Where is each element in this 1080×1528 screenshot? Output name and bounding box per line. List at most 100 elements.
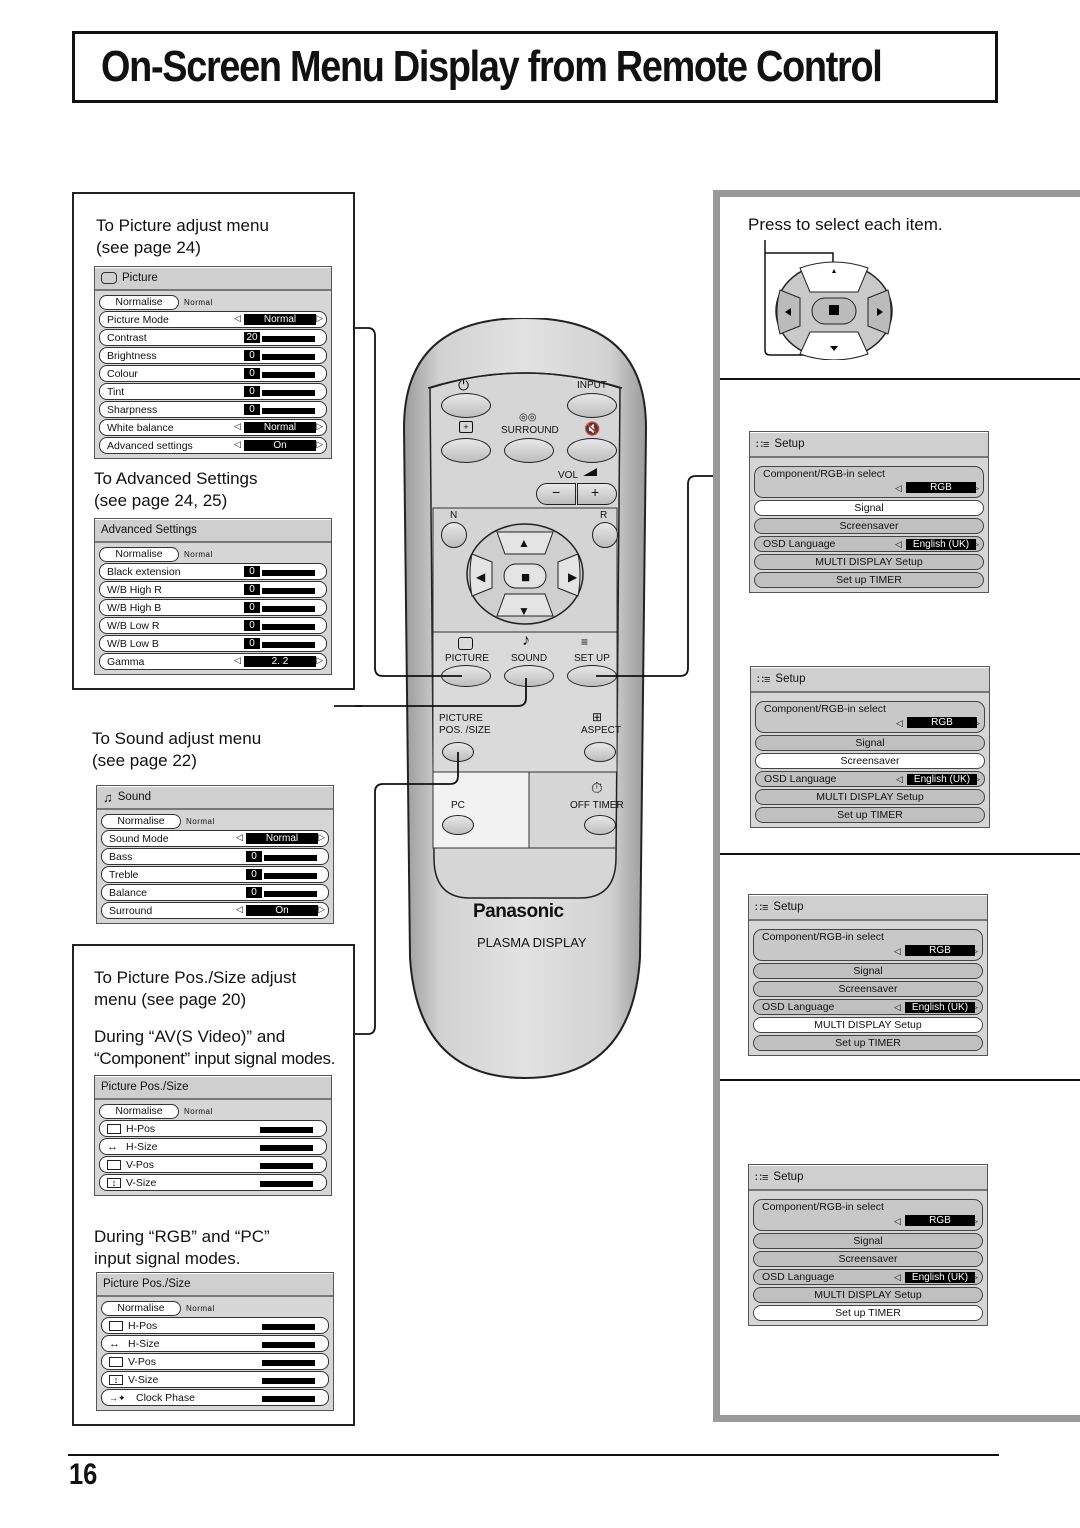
signal-row[interactable]: Signal	[754, 500, 984, 516]
osd-language-row[interactable]: OSD Language ◁ English (UK) ▷	[753, 1269, 983, 1285]
slider-bar[interactable]	[262, 619, 315, 630]
right-arrow-icon[interactable]: ▷	[973, 716, 980, 730]
left-arrow-icon[interactable]: ◁	[234, 313, 241, 324]
normalise-button[interactable]: Normalise	[101, 1300, 181, 1316]
menu-row[interactable]: Gamma ◁ 2. 2 ▷	[99, 653, 327, 670]
normalise-button[interactable]: Normalise	[99, 294, 179, 310]
right-arrow-icon[interactable]: ▷	[316, 655, 323, 666]
slider-bar[interactable]	[264, 886, 317, 897]
menu-row[interactable]: ↕ V-Size	[99, 1174, 327, 1191]
right-arrow-icon[interactable]: ▷	[971, 1000, 978, 1014]
slider-bar[interactable]	[262, 331, 315, 342]
surround-button[interactable]	[504, 438, 554, 463]
setup-timer-row[interactable]: Set up TIMER	[753, 1305, 983, 1321]
right-arrow-icon[interactable]: ▷	[972, 537, 979, 551]
right-arrow-icon[interactable]: ▷	[972, 481, 979, 495]
screensaver-row[interactable]: Screensaver	[754, 518, 984, 534]
menu-row[interactable]: Tint 0	[99, 383, 327, 400]
n-button[interactable]	[441, 522, 467, 548]
screensaver-row[interactable]: Screensaver	[753, 981, 983, 997]
slider-bar[interactable]	[262, 367, 315, 378]
screensaver-row[interactable]: Screensaver	[755, 753, 985, 769]
left-arrow-icon[interactable]: ◁	[895, 537, 902, 551]
menu-row[interactable]: ↕ V-Size	[101, 1371, 329, 1388]
menu-row[interactable]: W/B Low R0	[99, 617, 327, 634]
osd-language-row[interactable]: OSD Language ◁ English (UK) ▷	[753, 999, 983, 1015]
slider-bar[interactable]	[262, 583, 315, 594]
setup-timer-row[interactable]: Set up TIMER	[753, 1035, 983, 1051]
right-arrow-icon[interactable]: ▷	[973, 772, 980, 786]
left-arrow-icon[interactable]: ◁	[896, 716, 903, 730]
menu-row[interactable]: Surround ◁ On ▷	[101, 902, 329, 919]
left-arrow-icon[interactable]: ◁	[894, 1000, 901, 1014]
right-arrow-icon[interactable]: ▷	[316, 313, 323, 324]
menu-row[interactable]: Brightness 0	[99, 347, 327, 364]
setup-button[interactable]	[567, 665, 617, 687]
mute-button[interactable]	[567, 438, 617, 463]
pc-button[interactable]	[442, 815, 474, 835]
slider-bar[interactable]	[262, 1319, 315, 1330]
menu-row[interactable]: Contrast 20	[99, 329, 327, 346]
up-button[interactable]: ▲	[518, 536, 532, 550]
slider-bar[interactable]	[262, 385, 315, 396]
r-button[interactable]	[592, 522, 618, 548]
right-arrow-icon[interactable]: ▷	[971, 944, 978, 958]
slider-bar[interactable]	[262, 1355, 315, 1366]
down-button[interactable]: ▼	[518, 604, 532, 618]
component-rgb-select-row[interactable]: Component/RGB-in select ◁ RGB ▷	[753, 929, 983, 961]
slider-bar[interactable]	[260, 1140, 313, 1151]
slider-bar[interactable]	[262, 1373, 315, 1384]
normalise-button[interactable]: Normalise	[99, 546, 179, 562]
menu-row[interactable]: V-Pos	[101, 1353, 329, 1370]
osd-language-row[interactable]: OSD Language ◁ English (UK) ▷	[754, 536, 984, 552]
menu-row[interactable]: Picture Mode ◁ Normal ▷	[99, 311, 327, 328]
slider-bar[interactable]	[262, 1337, 315, 1348]
normalise-button[interactable]: Normalise	[101, 813, 181, 829]
menu-row[interactable]: Treble 0	[101, 866, 329, 883]
off-timer-button[interactable]	[584, 815, 616, 835]
action-button[interactable]: ■	[521, 569, 535, 586]
left-arrow-icon[interactable]: ◁	[234, 655, 241, 666]
menu-row[interactable]: H-Pos	[99, 1120, 327, 1137]
left-arrow-icon[interactable]: ◁	[236, 832, 243, 843]
multi-display-setup-row[interactable]: MULTI DISPLAY Setup	[755, 789, 985, 805]
menu-row[interactable]: Sharpness 0	[99, 401, 327, 418]
menu-row[interactable]: →✦ Clock Phase	[101, 1389, 329, 1406]
left-arrow-icon[interactable]: ◁	[895, 481, 902, 495]
slider-bar[interactable]	[260, 1122, 313, 1133]
osd-language-row[interactable]: OSD Language ◁ English (UK) ▷	[755, 771, 985, 787]
menu-row[interactable]: Advanced settings ◁ On ▷	[99, 437, 327, 454]
slider-bar[interactable]	[262, 349, 315, 360]
screensaver-row[interactable]: Screensaver	[753, 1251, 983, 1267]
right-button[interactable]: ▶	[568, 570, 582, 584]
menu-row[interactable]: W/B Low B0	[99, 635, 327, 652]
menu-row[interactable]: Sound Mode ◁ Normal ▷	[101, 830, 329, 847]
menu-row[interactable]: White balance ◁ Normal ▷	[99, 419, 327, 436]
multi-display-setup-row[interactable]: MULTI DISPLAY Setup	[754, 554, 984, 570]
menu-row[interactable]: ↔ H-Size	[99, 1138, 327, 1155]
slider-bar[interactable]	[262, 637, 315, 648]
input-button[interactable]	[567, 393, 617, 418]
left-arrow-icon[interactable]: ◁	[234, 439, 241, 450]
slider-bar[interactable]	[264, 868, 317, 879]
slider-bar[interactable]	[260, 1158, 313, 1169]
menu-row[interactable]: H-Pos	[101, 1317, 329, 1334]
power-button[interactable]	[441, 393, 491, 418]
right-arrow-icon[interactable]: ▷	[318, 832, 325, 843]
left-arrow-icon[interactable]: ◁	[894, 944, 901, 958]
menu-row[interactable]: W/B High R0	[99, 581, 327, 598]
component-rgb-select-row[interactable]: Component/RGB-in select ◁ RGB ▷	[753, 1199, 983, 1231]
signal-row[interactable]: Signal	[755, 735, 985, 751]
setup-timer-row[interactable]: Set up TIMER	[754, 572, 984, 588]
pos-size-button[interactable]	[442, 742, 474, 762]
right-arrow-icon[interactable]: ▷	[316, 421, 323, 432]
left-button[interactable]: ◀	[476, 570, 490, 584]
menu-row[interactable]: Balance 0	[101, 884, 329, 901]
multi-display-setup-row[interactable]: MULTI DISPLAY Setup	[753, 1017, 983, 1033]
menu-row[interactable]: Black extension 0	[99, 563, 327, 580]
menu-row[interactable]: Colour 0	[99, 365, 327, 382]
right-arrow-icon[interactable]: ▷	[971, 1214, 978, 1228]
signal-row[interactable]: Signal	[753, 963, 983, 979]
component-rgb-select-row[interactable]: Component/RGB-in select ◁ RGB ▷	[755, 701, 985, 733]
menu-row[interactable]: Bass 0	[101, 848, 329, 865]
